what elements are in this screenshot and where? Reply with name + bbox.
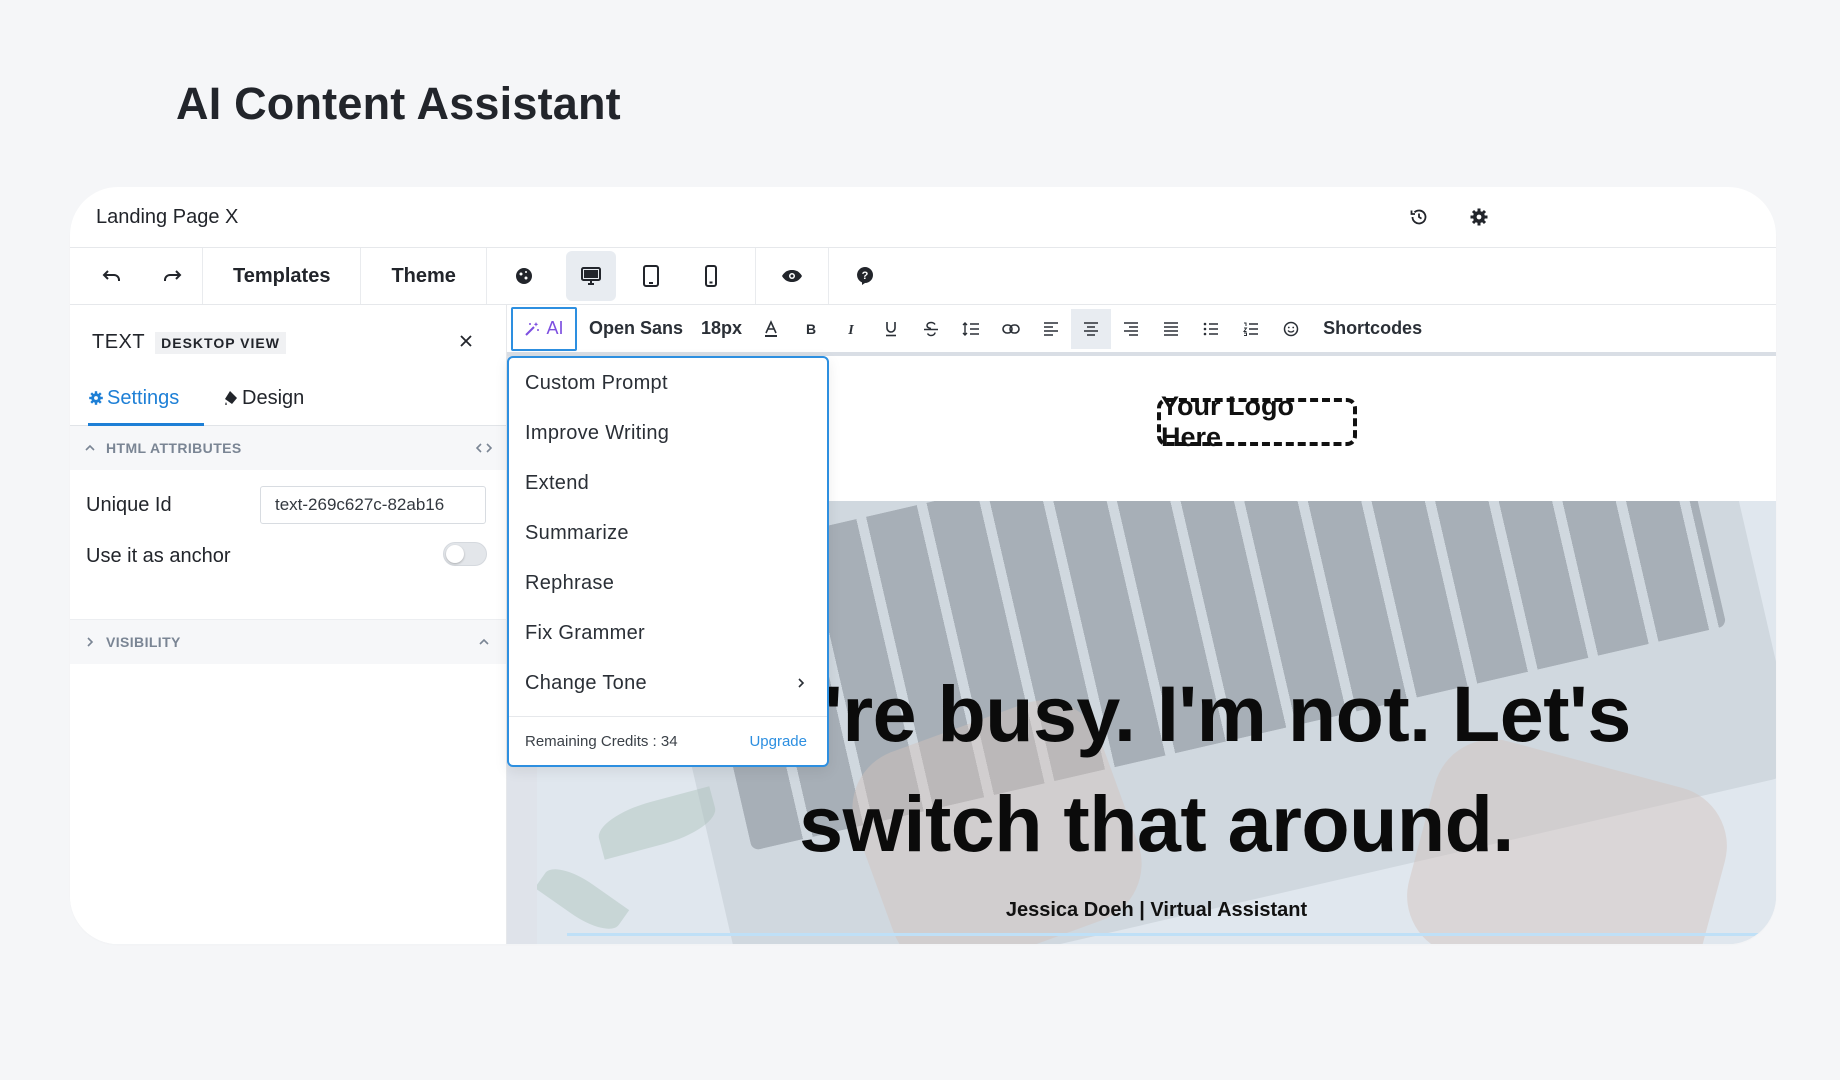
menu-item-custom-prompt[interactable]: Custom Prompt [509, 358, 827, 408]
window-title: Landing Page X [96, 206, 239, 228]
unique-id-label: Unique Id [86, 494, 172, 516]
menu-item-summarize[interactable]: Summarize [509, 508, 827, 558]
ai-menu-footer: Remaining Credits : 34 Upgrade [509, 716, 827, 765]
anchor-label: Use it as anchor [86, 545, 231, 567]
selection-outline [567, 933, 1776, 936]
emoji-icon[interactable] [1271, 309, 1311, 349]
menu-item-fix-grammer[interactable]: Fix Grammer [509, 608, 827, 658]
panel-tabs: Settings Design [70, 373, 506, 426]
chevron-right-icon [795, 676, 807, 690]
undo-icon[interactable] [82, 248, 142, 304]
menu-item-extend[interactable]: Extend [509, 458, 827, 508]
main-toolbar: Templates Theme ? [70, 248, 1776, 305]
tab-design-label: Design [242, 386, 305, 409]
strikethrough-icon[interactable] [911, 309, 951, 349]
desktop-view-icon[interactable] [565, 251, 616, 301]
ai-assistant-button[interactable]: AI [511, 306, 577, 351]
ai-actions-menu: Custom Prompt Improve Writing Extend Sum… [507, 356, 829, 767]
svg-text:B: B [806, 322, 816, 336]
page-heading: AI Content Assistant [176, 78, 621, 129]
panel-header: TEXT DESKTOP VIEW [92, 331, 286, 354]
tab-settings[interactable]: Settings [88, 373, 204, 426]
hero-byline[interactable]: Jessica Doeh | Virtual Assistant [537, 899, 1776, 922]
app-window: Landing Page X Templates Theme ? TEXT DE… [70, 187, 1776, 944]
upgrade-link[interactable]: Upgrade [749, 733, 807, 750]
theme-button[interactable]: Theme [361, 248, 485, 304]
anchor-toggle[interactable] [443, 542, 487, 566]
font-size-select[interactable]: 18px [701, 318, 742, 339]
toggle-knob [446, 545, 464, 563]
visibility-label: VISIBILITY [106, 634, 181, 650]
svg-text:?: ? [862, 270, 869, 282]
tab-design[interactable]: Design [224, 373, 304, 423]
align-center-icon[interactable] [1071, 308, 1112, 349]
chevron-right-icon [84, 636, 96, 648]
shortcodes-button[interactable]: Shortcodes [1323, 318, 1422, 339]
cookie-icon[interactable] [487, 248, 561, 304]
code-icon[interactable] [474, 440, 494, 456]
underline-icon[interactable] [871, 309, 911, 349]
bold-icon[interactable]: B [791, 309, 831, 349]
templates-button[interactable]: Templates [203, 248, 360, 304]
align-right-icon[interactable] [1111, 309, 1151, 349]
properties-panel: TEXT DESKTOP VIEW Settings Design HTML A… [70, 305, 507, 944]
close-icon[interactable] [456, 331, 476, 351]
visibility-section[interactable]: VISIBILITY [70, 619, 506, 664]
change-tone-label: Change Tone [525, 671, 647, 694]
magic-wand-icon [524, 321, 540, 337]
tablet-view-icon[interactable] [621, 248, 681, 304]
bullet-list-icon[interactable] [1191, 309, 1231, 349]
redo-icon[interactable] [142, 248, 202, 304]
text-format-toolbar: AI Open Sans 18px B I Shortcodes [507, 305, 1776, 356]
text-color-icon[interactable] [751, 309, 791, 349]
menu-item-change-tone[interactable]: Change Tone [509, 658, 827, 708]
html-attributes-label: HTML ATTRIBUTES [106, 440, 242, 456]
title-bar: Landing Page X [70, 187, 1776, 248]
align-justify-icon[interactable] [1151, 309, 1191, 349]
view-badge: DESKTOP VIEW [155, 331, 286, 354]
chevron-up-icon [84, 442, 96, 454]
logo-placeholder[interactable]: Your Logo Here [1157, 391, 1357, 452]
svg-text:I: I [847, 323, 854, 336]
font-family-select[interactable]: Open Sans [589, 318, 683, 339]
paint-bucket-icon [224, 390, 240, 406]
element-type-label: TEXT [92, 331, 146, 353]
preview-eye-icon[interactable] [756, 248, 828, 304]
menu-item-improve-writing[interactable]: Improve Writing [509, 408, 827, 458]
tab-settings-label: Settings [107, 386, 180, 409]
ai-label: AI [546, 318, 564, 338]
chevron-up-icon[interactable] [474, 634, 494, 650]
help-icon[interactable]: ? [829, 248, 901, 304]
mobile-view-icon[interactable] [681, 248, 741, 304]
menu-item-rephrase[interactable]: Rephrase [509, 558, 827, 608]
line-height-icon[interactable] [951, 309, 991, 349]
headline-line-2: switch that around. [799, 779, 1514, 868]
remaining-credits: Remaining Credits : 34 [525, 732, 678, 750]
gear-icon [88, 390, 104, 406]
gear-icon[interactable] [1467, 205, 1491, 229]
align-left-icon[interactable] [1031, 309, 1071, 349]
unique-id-input[interactable] [260, 486, 486, 524]
numbered-list-icon[interactable] [1231, 309, 1271, 349]
link-icon[interactable] [991, 309, 1031, 349]
history-icon[interactable] [1407, 205, 1431, 229]
italic-icon[interactable]: I [831, 309, 871, 349]
html-attributes-section[interactable]: HTML ATTRIBUTES [70, 426, 506, 470]
